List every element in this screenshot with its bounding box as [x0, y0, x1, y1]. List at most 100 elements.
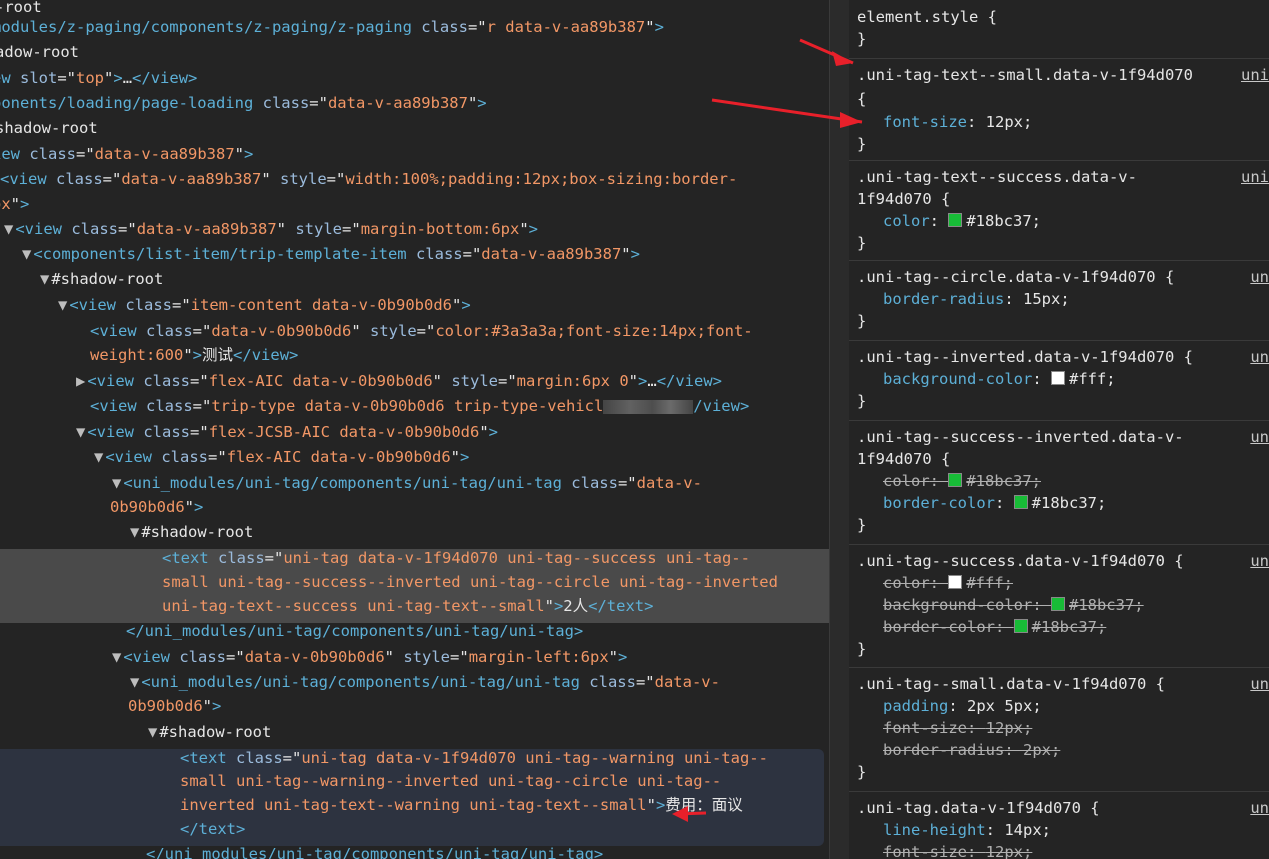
css-property[interactable]: color — [883, 472, 930, 490]
dom-node-line[interactable]: <text class="uni-tag data-v-1f94d070 uni… — [162, 546, 750, 570]
expand-toggle-icon[interactable]: ▼ — [4, 220, 13, 238]
css-property[interactable]: background-color — [883, 370, 1032, 388]
dom-node-line[interactable]: ▼ <view class="flex-AIC data-v-0b90b0d6"> — [94, 445, 469, 469]
expand-toggle-icon[interactable]: ▼ — [112, 474, 121, 492]
css-value[interactable]: 2px 5px; — [967, 697, 1042, 715]
css-value[interactable]: 12px; — [986, 843, 1033, 859]
expand-toggle-icon[interactable]: ▼ — [112, 648, 121, 666]
expand-toggle-icon[interactable]: ▶ — [76, 372, 85, 390]
dom-node-line[interactable]: ponents/loading/page-loading class="data… — [0, 91, 487, 115]
css-declaration[interactable]: font-size: 12px; — [883, 717, 1032, 739]
dom-node-line[interactable]: small uni-tag--warning--inverted uni-tag… — [180, 769, 721, 793]
css-value[interactable]: #18bc37; — [1069, 596, 1144, 614]
css-declaration[interactable]: color: #18bc37; — [883, 210, 1041, 232]
css-value[interactable]: #18bc37; — [966, 472, 1041, 490]
dom-node-line[interactable]: 0b90b0d6"> — [128, 694, 221, 718]
dom-node-line[interactable]: ▼ <components/list-item/trip-template-ite… — [22, 242, 640, 266]
source-link[interactable]: un — [1250, 346, 1269, 368]
css-declaration[interactable]: border-radius: 15px; — [883, 288, 1070, 310]
dom-node-line[interactable]: ▼ <view class="item-content data-v-0b90b0… — [58, 293, 471, 317]
color-swatch-icon[interactable] — [948, 213, 963, 227]
color-swatch-icon[interactable] — [1050, 597, 1065, 611]
dom-node-line[interactable]: </text> — [180, 817, 245, 841]
css-declaration[interactable]: border-color: #18bc37; — [883, 616, 1106, 638]
panel-divider[interactable] — [829, 0, 850, 859]
elements-panel[interactable]: -root modules/z-paging/components/z-pagin… — [0, 0, 829, 859]
dom-node-line[interactable]: ▼ <uni_modules/uni-tag/components/uni-tag… — [130, 670, 720, 694]
dom-node-line[interactable]: adow-root — [0, 40, 79, 64]
expand-toggle-icon[interactable]: ▼ — [130, 523, 139, 541]
css-declaration[interactable]: padding: 2px 5px; — [883, 695, 1042, 717]
source-link[interactable]: un — [1250, 673, 1269, 695]
css-declaration[interactable]: color: #fff; — [883, 572, 1013, 594]
css-declaration[interactable]: background-color: #fff; — [883, 368, 1116, 390]
dom-node-line[interactable]: ▼ #shadow-root — [40, 267, 163, 291]
expand-toggle-icon[interactable]: ▼ — [22, 245, 31, 263]
css-value[interactable]: 2px; — [1023, 741, 1060, 759]
dom-node-line[interactable]: ox"> — [0, 192, 29, 216]
css-declaration[interactable]: border-radius: 2px; — [883, 739, 1060, 761]
expand-toggle-icon[interactable]: ▼ — [40, 270, 49, 288]
css-value[interactable]: #fff; — [1069, 370, 1116, 388]
css-property[interactable]: border-color — [883, 618, 995, 636]
dom-node-line[interactable]: 0b90b0d6"> — [110, 495, 203, 519]
source-link[interactable]: un — [1250, 426, 1269, 448]
css-property[interactable]: border-color — [883, 494, 995, 512]
expand-toggle-icon[interactable]: ▼ — [76, 423, 85, 441]
css-value[interactable]: #fff; — [966, 574, 1013, 592]
css-declaration[interactable]: font-size: 12px; — [883, 841, 1032, 859]
color-swatch-icon[interactable] — [1013, 495, 1028, 509]
css-value[interactable]: 12px; — [986, 719, 1033, 737]
source-link[interactable]: un — [1250, 266, 1269, 288]
dom-node-line[interactable]: ▼ <view class="data-v-0b90b0d6" style="ma… — [112, 645, 627, 669]
css-property[interactable]: color — [883, 574, 930, 592]
css-property[interactable]: color — [883, 212, 930, 230]
css-property[interactable]: font-size — [883, 843, 967, 859]
styles-panel[interactable]: element.style {} .uni-tag-text--small.dat… — [849, 0, 1269, 859]
css-declaration[interactable]: border-color: #18bc37; — [883, 492, 1106, 514]
dom-node-line[interactable]: ew slot="top">…</view> — [0, 66, 197, 90]
dom-node-line[interactable]: ▼ <view class="data-v-aa89b387" style="ma… — [4, 217, 538, 241]
dom-node-line[interactable]: <view class="data-v-aa89b387" style="wid… — [0, 167, 737, 191]
dom-node-line[interactable]: weight:600">测试</view> — [90, 343, 298, 367]
expand-toggle-icon[interactable]: ▼ — [94, 448, 103, 466]
dom-node-line[interactable]: </uni_modules/uni-tag/components/uni-tag… — [126, 619, 583, 643]
dom-node-line[interactable]: modules/z-paging/components/z-paging/z-p… — [0, 15, 664, 39]
dom-node-line[interactable]: ▶ <view class="flex-AIC data-v-0b90b0d6" … — [76, 369, 722, 393]
css-declaration[interactable]: color: #18bc37; — [883, 470, 1041, 492]
dom-node-line[interactable]: <view class="trip-type data-v-0b90b0d6 t… — [90, 394, 749, 418]
css-property[interactable]: border-radius — [883, 290, 1004, 308]
dom-node-line[interactable]: </uni_modules/uni-tag/components/uni-tag… — [146, 842, 603, 859]
css-value[interactable]: 12px; — [986, 113, 1033, 131]
dom-node-line[interactable]: <view class="data-v-0b90b0d6" style="col… — [90, 319, 753, 343]
color-swatch-icon[interactable] — [1013, 619, 1028, 633]
expand-toggle-icon[interactable]: ▼ — [130, 673, 139, 691]
css-value[interactable]: 14px; — [1004, 821, 1051, 839]
source-link[interactable]: un — [1250, 550, 1269, 572]
css-property[interactable]: font-size — [883, 113, 967, 131]
dom-node-line[interactable]: <text class="uni-tag data-v-1f94d070 uni… — [180, 746, 768, 770]
dom-node-line[interactable]: ▼ #shadow-root — [130, 520, 253, 544]
css-value[interactable]: #18bc37; — [1032, 618, 1107, 636]
css-value[interactable]: #18bc37; — [1032, 494, 1107, 512]
css-value[interactable]: #18bc37; — [966, 212, 1041, 230]
color-swatch-icon[interactable] — [948, 575, 963, 589]
dom-node-line[interactable]: small uni-tag--success--inverted uni-tag… — [162, 570, 778, 594]
source-link[interactable]: uni — [1241, 64, 1269, 86]
css-property[interactable]: line-height — [883, 821, 986, 839]
css-declaration[interactable]: font-size: 12px; — [883, 111, 1032, 133]
expand-toggle-icon[interactable]: ▼ — [148, 723, 157, 741]
color-swatch-icon[interactable] — [948, 473, 963, 487]
css-property[interactable]: border-radius — [883, 741, 1004, 759]
dom-node-line[interactable]: uni-tag-text--success uni-tag-text--smal… — [162, 594, 653, 618]
dom-node-line[interactable]: ▼ <view class="flex-JCSB-AIC data-v-0b90b… — [76, 420, 498, 444]
dom-node-line[interactable]: ▼ <uni_modules/uni-tag/components/uni-tag… — [112, 471, 702, 495]
dom-node-line[interactable]: iew class="data-v-aa89b387"> — [0, 142, 253, 166]
css-property[interactable]: background-color — [883, 596, 1032, 614]
css-value[interactable]: 15px; — [1023, 290, 1070, 308]
css-declaration[interactable]: background-color: #18bc37; — [883, 594, 1144, 616]
dom-node-line[interactable]: shadow-root — [0, 116, 98, 140]
css-declaration[interactable]: line-height: 14px; — [883, 819, 1051, 841]
expand-toggle-icon[interactable]: ▼ — [58, 296, 67, 314]
css-property[interactable]: padding — [883, 697, 948, 715]
